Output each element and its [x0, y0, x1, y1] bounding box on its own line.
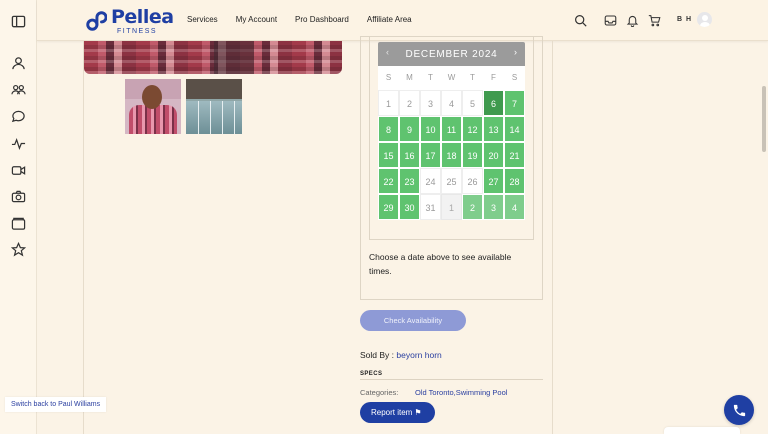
- weekday-label: S: [511, 73, 518, 82]
- phone-icon: [733, 404, 745, 416]
- check-availability-button[interactable]: Check Availability: [360, 310, 466, 331]
- main-nav: Services My Account Pro Dashboard Affili…: [187, 15, 430, 24]
- calendar-day[interactable]: 28: [504, 168, 525, 194]
- calendar-day: 31: [420, 194, 441, 220]
- user-initials[interactable]: B H: [677, 16, 692, 23]
- product-thumbnail-portrait[interactable]: [125, 79, 181, 134]
- calendar-weekdays: S M T W T F S: [378, 66, 525, 90]
- weekday-label: F: [491, 73, 496, 82]
- report-item-button[interactable]: Report item ⚑: [360, 402, 435, 423]
- calendar-day: 1: [378, 90, 399, 116]
- product-hero-image[interactable]: [84, 41, 342, 74]
- calendar-day[interactable]: 30: [399, 194, 420, 220]
- calendar-day[interactable]: 15: [378, 142, 399, 168]
- camera-icon[interactable]: [11, 189, 26, 204]
- weekday-label: T: [428, 73, 433, 82]
- sidebar-toggle-icon[interactable]: [11, 14, 26, 29]
- calendar-day[interactable]: 21: [504, 142, 525, 168]
- switch-back-link[interactable]: Switch back to Paul Williams: [5, 397, 107, 412]
- bottom-widget-tab[interactable]: [664, 427, 740, 434]
- calendar-day[interactable]: 11: [441, 116, 462, 142]
- booking-calendar: ‹ DECEMBER 2024 › S M T W T F S 12345678…: [378, 42, 525, 220]
- calendar-day: 25: [441, 168, 462, 194]
- nav-my-account[interactable]: My Account: [236, 15, 277, 24]
- calendar-day[interactable]: 3: [483, 194, 504, 220]
- calendar-header: ‹ DECEMBER 2024 ›: [378, 42, 525, 66]
- calendar-day[interactable]: 7: [504, 90, 525, 116]
- nav-pro-dashboard[interactable]: Pro Dashboard: [295, 15, 349, 24]
- calendar-day[interactable]: 19: [462, 142, 483, 168]
- user-icon[interactable]: [11, 56, 26, 71]
- star-icon[interactable]: [11, 242, 26, 257]
- group-icon[interactable]: [11, 82, 26, 97]
- bell-icon[interactable]: [626, 14, 639, 27]
- nav-affiliate-area[interactable]: Affiliate Area: [367, 15, 412, 24]
- calendar-day[interactable]: 22: [378, 168, 399, 194]
- seller-link[interactable]: beyorn horn: [396, 350, 441, 360]
- calendar-day[interactable]: 4: [504, 194, 525, 220]
- left-sidebar: [0, 0, 37, 434]
- calendar-day: 26: [462, 168, 483, 194]
- chat-icon[interactable]: [11, 109, 26, 124]
- calendar-day: 1: [441, 194, 462, 220]
- choose-date-hint: Choose a date above to see available tim…: [369, 252, 512, 276]
- top-header: Pellea FITNESS Services My Account Pro D…: [37, 0, 768, 41]
- calendar-day[interactable]: 29: [378, 194, 399, 220]
- call-button[interactable]: [724, 395, 754, 425]
- report-item-label: Report item: [371, 408, 413, 417]
- weekday-label: W: [447, 73, 456, 82]
- categories-link[interactable]: Old Toronto,Swimming Pool: [415, 388, 507, 397]
- calendar-prev-button[interactable]: ‹: [386, 47, 389, 57]
- video-icon[interactable]: [11, 163, 26, 178]
- calendar-day[interactable]: 12: [462, 116, 483, 142]
- logo-tagline: FITNESS: [117, 27, 158, 35]
- calendar-next-button[interactable]: ›: [514, 47, 517, 57]
- specs-divider: [360, 379, 543, 380]
- activity-icon[interactable]: [11, 136, 26, 151]
- search-icon[interactable]: [574, 14, 587, 27]
- sold-by-label: Sold By :: [360, 350, 397, 360]
- calendar-day[interactable]: 18: [441, 142, 462, 168]
- calendar-day[interactable]: 14: [504, 116, 525, 142]
- flag-icon: ⚑: [414, 408, 422, 417]
- weekday-label: T: [470, 73, 475, 82]
- calendar-day[interactable]: 2: [462, 194, 483, 220]
- calendar-day: 4: [441, 90, 462, 116]
- logo-mark-icon: [86, 11, 107, 31]
- calendar-day[interactable]: 9: [399, 116, 420, 142]
- categories-label: Categories:: [360, 388, 399, 397]
- calendar-days: 1 2 3 4 5 6 7 8 9 10 11 12 13 14 15 16 17 18 19 20 21 22 23 24 2…: [378, 90, 525, 220]
- scrollbar-thumb[interactable]: [762, 86, 766, 152]
- inbox-icon[interactable]: [604, 14, 617, 27]
- weekday-label: S: [385, 73, 392, 82]
- calendar-day[interactable]: 16: [399, 142, 420, 168]
- logo-name: Pellea: [111, 5, 174, 28]
- calendar-day[interactable]: 8: [378, 116, 399, 142]
- calendar-day: 2: [399, 90, 420, 116]
- nav-services[interactable]: Services: [187, 15, 218, 24]
- wallet-icon[interactable]: [11, 216, 26, 231]
- calendar-day-selected[interactable]: 6: [483, 90, 504, 116]
- calendar-day[interactable]: 17: [420, 142, 441, 168]
- calendar-day: 3: [420, 90, 441, 116]
- calendar-day[interactable]: 20: [483, 142, 504, 168]
- specs-heading: SPECS: [360, 371, 383, 377]
- cart-icon[interactable]: [648, 14, 661, 27]
- avatar[interactable]: [697, 12, 712, 27]
- calendar-day[interactable]: 10: [420, 116, 441, 142]
- calendar-day: 5: [462, 90, 483, 116]
- sold-by: Sold By : beyorn horn: [360, 350, 442, 360]
- calendar-day[interactable]: 23: [399, 168, 420, 194]
- calendar-month-title: DECEMBER 2024: [405, 48, 498, 60]
- calendar-day: 24: [420, 168, 441, 194]
- calendar-day[interactable]: 13: [483, 116, 504, 142]
- calendar-day[interactable]: 27: [483, 168, 504, 194]
- product-thumbnail-pool[interactable]: [186, 79, 242, 134]
- weekday-label: M: [406, 73, 413, 82]
- brand-logo[interactable]: Pellea FITNESS: [85, 5, 174, 35]
